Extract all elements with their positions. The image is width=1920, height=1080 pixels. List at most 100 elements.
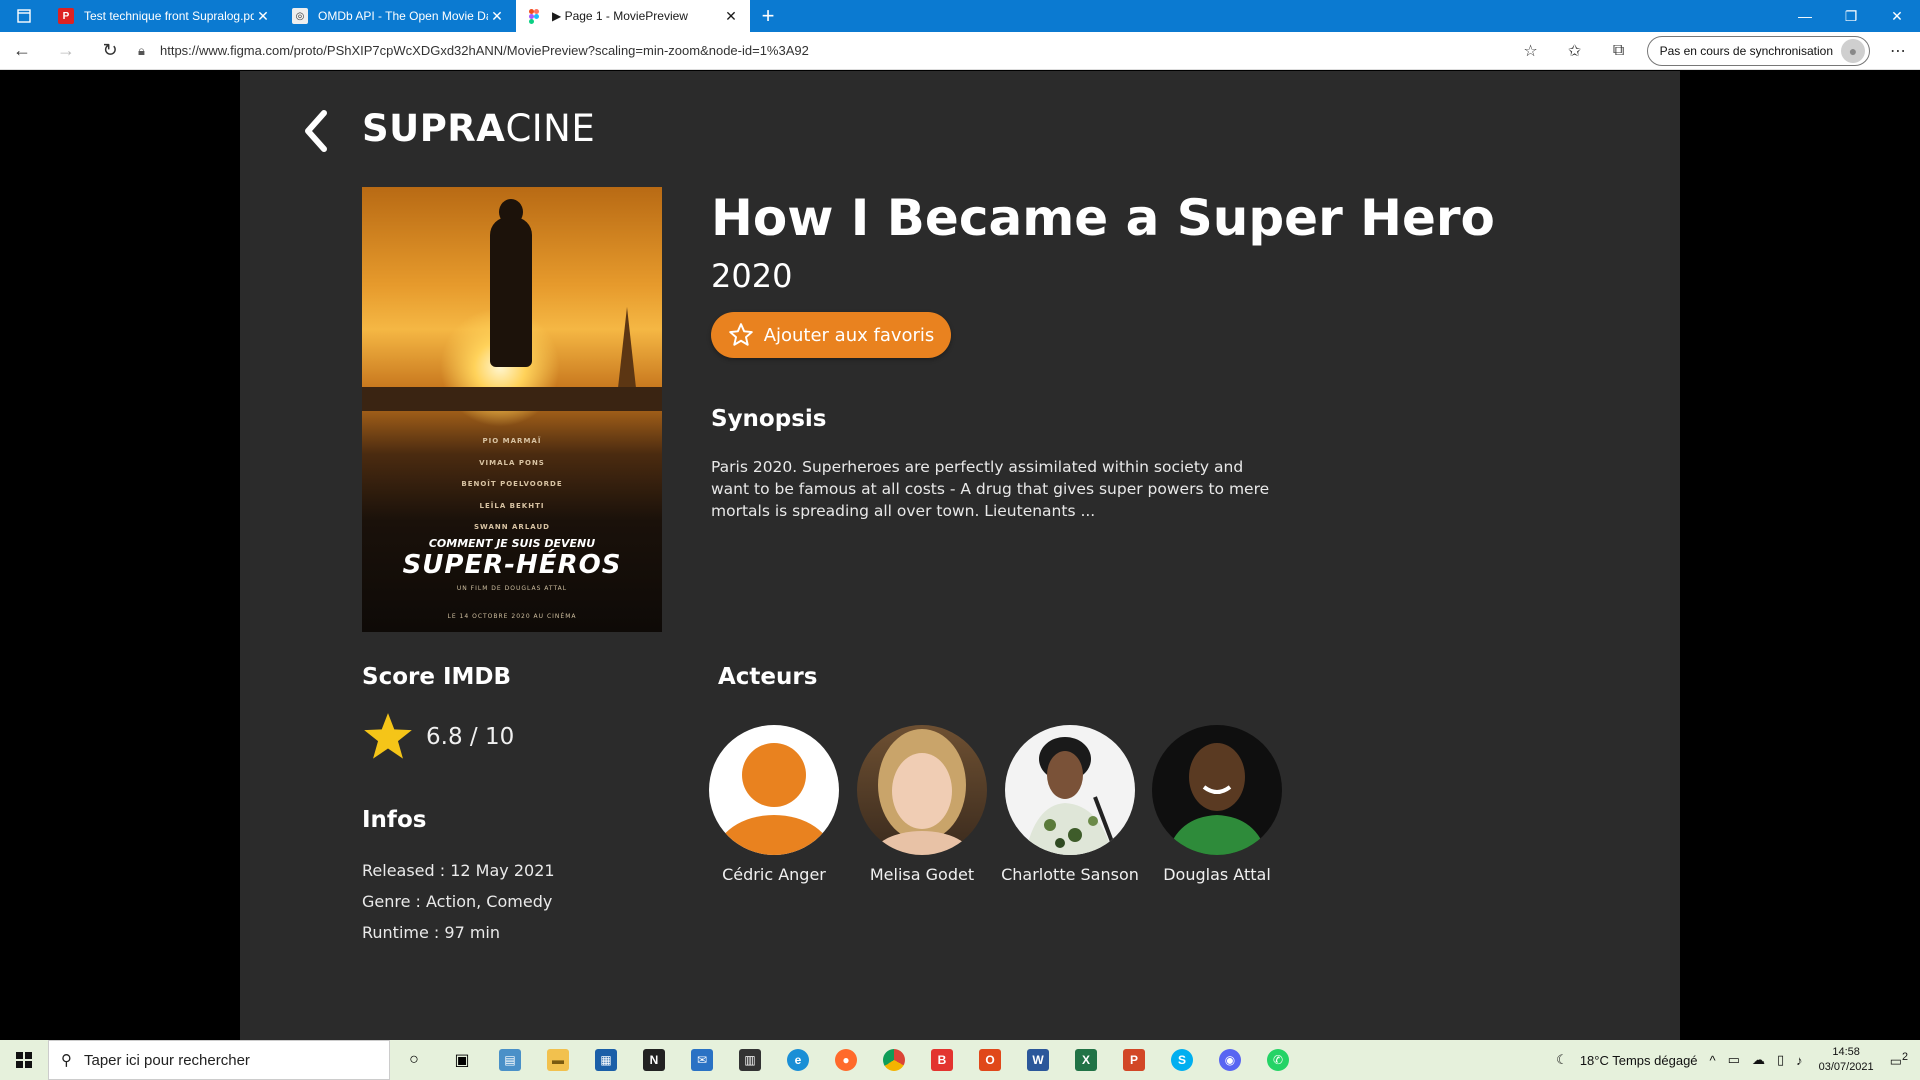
- actor-name: Cédric Anger: [722, 865, 826, 884]
- close-tab-icon[interactable]: ✕: [488, 8, 506, 25]
- app-logo[interactable]: SUPRACINE: [362, 107, 595, 150]
- poster-eiffel-tower: [617, 307, 637, 397]
- lock-icon: 🔒︎: [138, 42, 145, 58]
- url-text: https://www.figma.com/proto/PShXIP7cpWcX…: [160, 43, 809, 58]
- restore-icon[interactable]: ❐: [1828, 0, 1874, 32]
- file-explorer-icon[interactable]: ▬: [534, 1040, 582, 1080]
- forward-nav-button[interactable]: →: [44, 32, 88, 70]
- logo-light: CINE: [505, 107, 596, 150]
- figma-icon: [526, 8, 542, 24]
- page-viewport: SUPRACINE PIO MARMAÏ VIMALA PONS BENOÎT …: [0, 71, 1920, 1040]
- actor-name: Melisa Godet: [869, 865, 975, 884]
- notification-icon: ▭: [1889, 1053, 1902, 1069]
- excel-icon[interactable]: X: [1062, 1040, 1110, 1080]
- profile-avatar-icon: ●: [1841, 38, 1865, 63]
- score-heading: Score IMDB: [362, 664, 512, 690]
- tray-chevron-icon[interactable]: ^: [1704, 1053, 1722, 1068]
- synopsis-heading: Synopsis: [711, 406, 827, 432]
- actor-name: Douglas Attal: [1163, 865, 1271, 884]
- score-value: 6.8 / 10: [426, 724, 515, 750]
- browser-tab-omdb[interactable]: ◎ OMDb API - The Open Movie Da ✕: [282, 0, 516, 32]
- notification-count: 2: [1901, 1050, 1908, 1063]
- info-genre: Genre : Action, Comedy: [362, 892, 553, 911]
- poster-title-main: SUPER-HÉROS: [402, 550, 622, 580]
- sync-button[interactable]: Pas en cours de synchronisation ●: [1646, 35, 1870, 66]
- window-controls: — ❐ ✕: [1782, 0, 1920, 32]
- add-to-favorites-button[interactable]: Ajouter aux favoris: [711, 312, 951, 358]
- poster-director: UN FILM DE DOUGLAS ATTAL: [456, 585, 568, 592]
- collections-icon[interactable]: ⧉: [1597, 32, 1641, 70]
- discord-icon[interactable]: ◉: [1206, 1040, 1254, 1080]
- info-runtime: Runtime : 97 min: [362, 923, 501, 942]
- actor-card[interactable]: Charlotte Sanson: [1000, 725, 1140, 884]
- actor-card[interactable]: Douglas Attal: [1147, 725, 1287, 884]
- synopsis-text: Paris 2020. Superheroes are perfectly as…: [711, 458, 1270, 520]
- imdb-score: 6.8 / 10: [362, 712, 514, 762]
- taskbar-search-input[interactable]: ⚲ Taper ici pour rechercher: [48, 1040, 390, 1080]
- address-bar: ← → ↻ 🔒︎ https://www.figma.com/proto/PSh…: [0, 32, 1920, 70]
- windows-start-button[interactable]: [0, 1040, 48, 1080]
- word-icon[interactable]: W: [1014, 1040, 1062, 1080]
- volume-icon[interactable]: ♪: [1790, 1053, 1809, 1068]
- poster-title: COMMENT JE SUIS DEVENU SUPER-HÉROS: [362, 537, 662, 580]
- chrome-icon[interactable]: [870, 1040, 918, 1080]
- close-tab-icon[interactable]: ✕: [254, 8, 272, 25]
- task-view-icon[interactable]: ▣: [438, 1040, 486, 1080]
- microsoft-store-icon[interactable]: ▥: [726, 1040, 774, 1080]
- refresh-button[interactable]: ↻: [88, 32, 132, 70]
- poster-release-date: LE 14 OCTOBRE 2020 AU CINÉMA: [447, 613, 577, 620]
- meet-now-icon[interactable]: ▭: [1722, 1052, 1746, 1068]
- poster-credit: SWANN ARLAUD: [474, 523, 550, 531]
- network-icon[interactable]: ▯: [1771, 1052, 1790, 1068]
- skype-icon[interactable]: S: [1158, 1040, 1206, 1080]
- close-tab-icon[interactable]: ✕: [722, 8, 740, 25]
- tab-actions-button[interactable]: [0, 0, 48, 32]
- control-panel-icon[interactable]: ▤: [486, 1040, 534, 1080]
- office-icon[interactable]: O: [966, 1040, 1014, 1080]
- favorite-label: Ajouter aux favoris: [763, 324, 935, 346]
- edge-icon[interactable]: e: [774, 1040, 822, 1080]
- star-outline-icon: [728, 323, 753, 346]
- omdb-icon: ◎: [292, 8, 308, 24]
- url-field[interactable]: 🔒︎ https://www.figma.com/proto/PShXIP7cp…: [132, 36, 1509, 66]
- notification-center-button[interactable]: ▭2: [1884, 1051, 1920, 1069]
- cortana-icon[interactable]: ○: [390, 1040, 438, 1080]
- notion-icon[interactable]: N: [630, 1040, 678, 1080]
- clock[interactable]: 14:58 03/07/2021: [1809, 1045, 1884, 1075]
- firefox-icon[interactable]: ●: [822, 1040, 870, 1080]
- minimize-icon[interactable]: —: [1782, 0, 1828, 32]
- poster-credit: BENOÎT POELVOORDE: [461, 480, 563, 488]
- add-favorite-icon[interactable]: ☆: [1509, 32, 1553, 70]
- more-options-icon[interactable]: ⋯: [1876, 32, 1920, 70]
- back-nav-button[interactable]: ←: [0, 32, 44, 70]
- tab-title: ▶ Page 1 - MoviePreview: [552, 9, 688, 23]
- info-released: Released : 12 May 2021: [362, 861, 555, 880]
- search-icon: ⚲: [61, 1052, 72, 1069]
- star-filled-icon: [364, 713, 412, 759]
- onedrive-icon[interactable]: ☁: [1746, 1052, 1771, 1068]
- poster-figure: [490, 217, 532, 367]
- poster-credit: PIO MARMAÏ: [482, 437, 542, 445]
- powerpoint-icon[interactable]: P: [1110, 1040, 1158, 1080]
- movie-year: 2020: [711, 257, 793, 295]
- whatsapp-icon[interactable]: ✆: [1254, 1040, 1302, 1080]
- search-placeholder: Taper ici pour rechercher: [84, 1051, 250, 1069]
- actor-card[interactable]: Cédric Anger: [704, 725, 844, 884]
- weather-text[interactable]: 18°C Temps dégagé: [1574, 1053, 1704, 1068]
- sync-label: Pas en cours de synchronisation: [1659, 43, 1833, 58]
- pdf-icon: P: [58, 8, 74, 24]
- poster-credit: LEÏLA BEKHTI: [479, 501, 545, 510]
- mail-icon[interactable]: ✉: [678, 1040, 726, 1080]
- poster-title-top: COMMENT JE SUIS DEVENU: [428, 537, 596, 550]
- close-window-icon[interactable]: ✕: [1874, 0, 1920, 32]
- back-chevron-icon[interactable]: [300, 109, 330, 153]
- store-app-icon[interactable]: ▦: [582, 1040, 630, 1080]
- browser-tab-figma[interactable]: ▶ Page 1 - MoviePreview ✕: [516, 0, 750, 32]
- browser-tab-pdf[interactable]: P Test technique front Supralog.pd ✕: [48, 0, 282, 32]
- actor-card[interactable]: Melisa Godet: [852, 725, 992, 884]
- brave-icon[interactable]: B: [918, 1040, 966, 1080]
- new-tab-button[interactable]: +: [750, 0, 786, 32]
- favorites-icon[interactable]: ✩: [1553, 32, 1597, 70]
- weather-moon-icon[interactable]: ☾: [1550, 1052, 1574, 1068]
- clock-time: 14:58: [1832, 1046, 1860, 1058]
